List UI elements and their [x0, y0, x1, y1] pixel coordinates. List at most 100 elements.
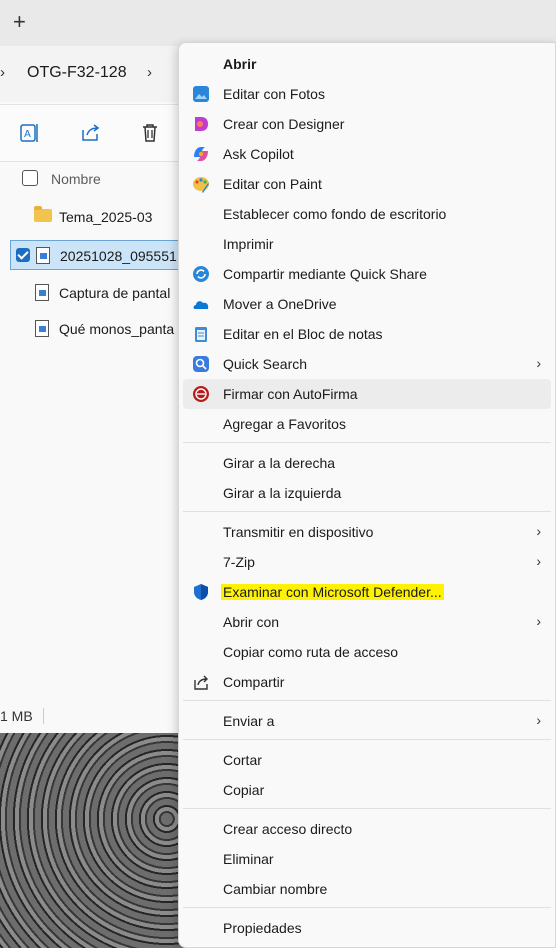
list-item[interactable]: Captura de pantal: [10, 278, 180, 308]
menu-item-label: Imprimir: [223, 236, 274, 252]
chevron-right-icon[interactable]: ›: [147, 64, 152, 81]
command-toolbar: A: [0, 104, 180, 162]
list-item[interactable]: Tema_2025-03: [10, 202, 180, 232]
select-all-checkbox[interactable]: [22, 170, 38, 186]
svg-text:A: A: [24, 129, 31, 140]
notepad-icon: [195, 327, 207, 342]
copilot-icon: [194, 147, 208, 161]
rename-icon[interactable]: A: [18, 121, 42, 145]
file-name: Qué monos_panta: [59, 321, 175, 337]
delete-icon[interactable]: [138, 121, 162, 145]
menu-divider: [183, 700, 551, 701]
menu-item-editar-con-fotos[interactable]: Editar con Fotos: [179, 79, 555, 109]
menu-item-abrir-con[interactable]: Abrir con ›: [179, 607, 555, 637]
status-divider: [43, 708, 44, 724]
menu-item-label: Crear con Designer: [223, 116, 345, 132]
folder-icon: [34, 206, 52, 222]
menu-item-label: Mover a OneDrive: [223, 296, 337, 312]
chevron-right-icon: ›: [536, 613, 541, 629]
menu-item-ask-copilot[interactable]: Ask Copilot: [179, 139, 555, 169]
tab-bar: +: [0, 0, 556, 46]
menu-item-girar-derecha[interactable]: Girar a la derecha: [179, 448, 555, 478]
autofirma-icon: [193, 386, 209, 402]
new-tab-button[interactable]: +: [13, 10, 26, 34]
menu-item-label: Girar a la derecha: [223, 455, 336, 471]
menu-item-label: Cambiar nombre: [223, 881, 328, 897]
defender-shield-icon: [194, 584, 208, 600]
menu-item-label: Cortar: [223, 752, 262, 768]
chevron-right-icon: ›: [536, 712, 541, 728]
menu-item-label: Firmar con AutoFirma: [223, 386, 358, 402]
column-name-label[interactable]: Nombre: [51, 171, 101, 187]
menu-item-label: 7-Zip: [223, 554, 255, 570]
context-menu: Abrir Editar con Fotos Crear con Designe…: [178, 42, 556, 948]
quick-share-icon: [193, 266, 209, 282]
menu-item-label: Compartir mediante Quick Share: [223, 266, 427, 282]
menu-item-copiar-ruta[interactable]: Copiar como ruta de acceso: [179, 637, 555, 667]
menu-item-editar-con-paint[interactable]: Editar con Paint: [179, 169, 555, 199]
menu-item-crear-acceso-directo[interactable]: Crear acceso directo: [179, 814, 555, 844]
menu-item-label: Examinar con Microsoft Defender...: [221, 584, 444, 600]
image-file-icon: [36, 247, 50, 264]
menu-item-abrir[interactable]: Abrir: [179, 49, 555, 79]
menu-item-label: Copiar como ruta de acceso: [223, 644, 399, 660]
menu-item-label: Propiedades: [223, 920, 302, 936]
menu-item-imprimir[interactable]: Imprimir: [179, 229, 555, 259]
menu-item-label: Establecer como fondo de escritorio: [223, 206, 447, 222]
status-size: 1 MB: [0, 708, 33, 724]
menu-divider: [183, 739, 551, 740]
menu-item-label: Agregar a Favoritos: [223, 416, 346, 432]
menu-item-quick-search[interactable]: Quick Search ›: [179, 349, 555, 379]
menu-item-label: Editar con Fotos: [223, 86, 325, 102]
menu-item-label: Abrir: [223, 56, 257, 72]
menu-item-mover-onedrive[interactable]: Mover a OneDrive: [179, 289, 555, 319]
menu-divider: [183, 808, 551, 809]
menu-item-crear-con-designer[interactable]: Crear con Designer: [179, 109, 555, 139]
list-item[interactable]: Qué monos_panta: [10, 314, 180, 344]
menu-item-eliminar[interactable]: Eliminar: [179, 844, 555, 874]
menu-item-label: Copiar: [223, 782, 265, 798]
chevron-right-icon: ›: [536, 355, 541, 371]
menu-item-label: Eliminar: [223, 851, 274, 867]
menu-item-enviar-a[interactable]: Enviar a ›: [179, 706, 555, 736]
menu-divider: [183, 907, 551, 908]
menu-item-transmitir[interactable]: Transmitir en dispositivo ›: [179, 517, 555, 547]
menu-item-label: Editar en el Bloc de notas: [223, 326, 383, 342]
menu-item-copiar[interactable]: Copiar: [179, 775, 555, 805]
menu-item-bloc-de-notas[interactable]: Editar en el Bloc de notas: [179, 319, 555, 349]
menu-item-quick-share[interactable]: Compartir mediante Quick Share: [179, 259, 555, 289]
menu-divider: [183, 442, 551, 443]
menu-divider: [183, 511, 551, 512]
address-bar: › OTG-F32-128 ›: [0, 46, 180, 102]
breadcrumb[interactable]: OTG-F32-128: [27, 64, 127, 82]
menu-item-agregar-favoritos[interactable]: Agregar a Favoritos: [179, 409, 555, 439]
share-icon[interactable]: [78, 121, 102, 145]
file-name: Captura de pantal: [59, 285, 171, 301]
menu-item-propiedades[interactable]: Propiedades: [179, 913, 555, 943]
menu-item-compartir[interactable]: Compartir: [179, 667, 555, 697]
image-file-icon: [35, 284, 49, 301]
paint-icon: [193, 177, 209, 193]
menu-item-girar-izquierda[interactable]: Girar a la izquierda: [179, 478, 555, 508]
menu-item-7zip[interactable]: 7-Zip ›: [179, 547, 555, 577]
chevron-right-icon[interactable]: ›: [0, 64, 5, 81]
menu-item-label: Editar con Paint: [223, 176, 322, 192]
quick-search-icon: [193, 356, 209, 372]
item-checkbox-checked[interactable]: [16, 248, 30, 262]
menu-item-cambiar-nombre[interactable]: Cambiar nombre: [179, 874, 555, 904]
share-icon: [194, 675, 208, 690]
menu-item-establecer-fondo[interactable]: Establecer como fondo de escritorio: [179, 199, 555, 229]
menu-item-label: Ask Copilot: [223, 146, 294, 162]
onedrive-icon: [193, 301, 209, 309]
chevron-right-icon: ›: [536, 523, 541, 539]
menu-item-label: Girar a la izquierda: [223, 485, 342, 501]
file-name: Tema_2025-03: [59, 209, 153, 225]
designer-icon: [195, 117, 208, 131]
menu-item-microsoft-defender[interactable]: Examinar con Microsoft Defender...: [179, 577, 555, 607]
list-item-selected[interactable]: 20251028_095551: [10, 240, 180, 270]
menu-item-label: Enviar a: [223, 713, 275, 729]
menu-item-label: Quick Search: [223, 356, 308, 372]
menu-item-cortar[interactable]: Cortar: [179, 745, 555, 775]
menu-item-firmar-autofirma[interactable]: Firmar con AutoFirma: [183, 379, 551, 409]
menu-item-label: Compartir: [223, 674, 285, 690]
